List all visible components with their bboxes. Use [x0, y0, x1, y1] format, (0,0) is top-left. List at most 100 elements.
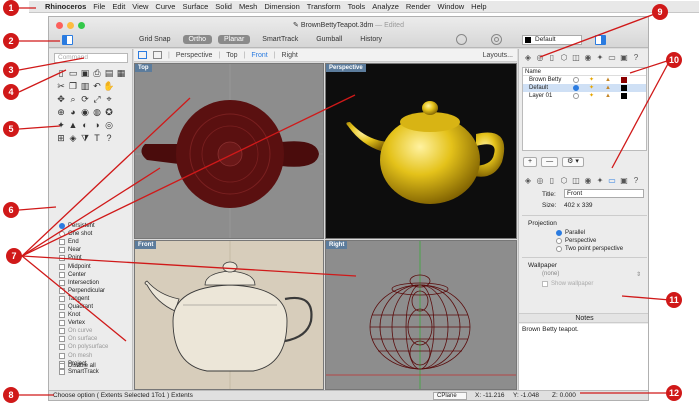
- zoom-window-icon[interactable]: ⌖: [103, 93, 115, 106]
- options-icon[interactable]: ⊞: [55, 132, 67, 145]
- osnap-option[interactable]: Midpoint: [59, 262, 131, 270]
- layer-color-icon[interactable]: ◑: [91, 119, 103, 132]
- osnap-option[interactable]: Vertex: [59, 319, 131, 327]
- copy-icon[interactable]: ❐: [67, 80, 79, 93]
- zoom-extents-icon[interactable]: ⤢: [91, 93, 103, 106]
- menu-solid[interactable]: Solid: [215, 1, 232, 13]
- osnap-option[interactable]: On curve: [59, 327, 131, 335]
- osnap-checkbox[interactable]: [59, 344, 65, 351]
- toggle-right-panel-button[interactable]: [595, 35, 606, 45]
- material-tab-icon[interactable]: ◉: [583, 53, 593, 62]
- disable-all-osnap[interactable]: Disable all: [59, 363, 96, 369]
- toggle-left-panel-button[interactable]: [62, 35, 73, 45]
- osnap-checkbox[interactable]: [59, 312, 65, 319]
- filter-tool-icon[interactable]: ⧩: [79, 132, 91, 145]
- cplane-selector[interactable]: CPlane: [433, 392, 467, 400]
- command-input[interactable]: Command: [54, 53, 128, 63]
- menu-file[interactable]: File: [93, 1, 105, 13]
- material-tab-icon[interactable]: ◉: [583, 176, 593, 185]
- viewport-top-label[interactable]: Top: [135, 64, 152, 72]
- osnap-radio[interactable]: [59, 223, 65, 230]
- undo-icon[interactable]: ↶: [91, 80, 103, 93]
- osnap-checkbox[interactable]: [59, 247, 65, 254]
- zoom-icon[interactable]: ⌕: [67, 93, 79, 106]
- osnap-option[interactable]: End: [59, 238, 131, 246]
- osnap-option[interactable]: On surface: [59, 335, 131, 343]
- light-bulb-icon[interactable]: ✦: [589, 84, 594, 92]
- help-tab-icon[interactable]: ?: [631, 53, 641, 62]
- lock-icon[interactable]: ▲: [67, 119, 79, 132]
- osnap-checkbox[interactable]: [59, 239, 65, 246]
- osnap-option[interactable]: Persistent: [59, 222, 131, 230]
- cut-icon[interactable]: ✂: [55, 80, 67, 93]
- show-wallpaper-checkbox[interactable]: [542, 281, 548, 287]
- lock-icon[interactable]: ▲: [605, 92, 611, 100]
- select-icon[interactable]: ◎: [103, 119, 115, 132]
- viewport-top[interactable]: Top: [134, 63, 324, 239]
- wallpaper-select[interactable]: (none) ⇕: [522, 271, 647, 280]
- menu-app-name[interactable]: Rhinoceros: [45, 1, 86, 13]
- menu-window[interactable]: Window: [437, 1, 464, 13]
- tab-front[interactable]: Front: [251, 52, 267, 59]
- show-wallpaper-option[interactable]: Show wallpaper: [522, 280, 647, 288]
- camera-tab-icon[interactable]: ◫: [571, 53, 581, 62]
- document-tab-icon[interactable]: ▯: [547, 53, 557, 62]
- projection-perspective-option[interactable]: Perspective: [522, 237, 647, 245]
- light-bulb-icon[interactable]: ✦: [589, 92, 594, 100]
- menu-help[interactable]: Help: [471, 1, 486, 13]
- four-viewport-icon[interactable]: [153, 51, 162, 59]
- hide-icon[interactable]: ◍: [91, 106, 103, 119]
- layer-options-button[interactable]: ⚙ ▾: [562, 157, 584, 167]
- open-folder-icon[interactable]: ▭: [67, 67, 79, 80]
- document-tab-icon[interactable]: ▯: [547, 176, 557, 185]
- viewport-perspective[interactable]: Perspective: [325, 63, 517, 239]
- save-icon[interactable]: ▣: [79, 67, 91, 80]
- grid-snap-toggle[interactable]: Grid Snap: [133, 35, 177, 44]
- shaded-icon[interactable]: ◉: [79, 106, 91, 119]
- two-point-radio[interactable]: [556, 246, 562, 252]
- object-properties-icon[interactable]: ◈: [67, 132, 79, 145]
- viewport-right[interactable]: Right: [325, 240, 517, 390]
- light-tab-icon[interactable]: ✦: [595, 53, 605, 62]
- menu-dimension[interactable]: Dimension: [264, 1, 299, 13]
- remove-layer-button[interactable]: —: [541, 157, 559, 167]
- layer-row[interactable]: Brown Betty ✦ ▲: [523, 76, 646, 84]
- title-input[interactable]: Front: [564, 189, 644, 198]
- properties-icon[interactable]: ▤: [103, 67, 115, 80]
- text-tool-icon[interactable]: T: [91, 132, 103, 145]
- menu-tools[interactable]: Tools: [348, 1, 366, 13]
- gumball-toggle[interactable]: Gumball: [310, 35, 348, 44]
- rotate-view-icon[interactable]: ⟳: [79, 93, 91, 106]
- monitor-tab-icon[interactable]: ▣: [619, 53, 629, 62]
- notes-textarea[interactable]: Brown Betty teapot.: [519, 324, 648, 390]
- osnap-option[interactable]: Center: [59, 271, 131, 279]
- move-icon[interactable]: ✥: [55, 93, 67, 106]
- layer-color-swatch[interactable]: [621, 93, 627, 99]
- layers-tab-icon[interactable]: ◈: [523, 53, 533, 62]
- osnap-checkbox[interactable]: [59, 352, 65, 359]
- menu-analyze[interactable]: Analyze: [372, 1, 399, 13]
- osnap-option[interactable]: Perpendicular: [59, 287, 131, 295]
- tab-perspective[interactable]: Perspective: [176, 52, 213, 59]
- help-tab-icon[interactable]: ?: [631, 176, 641, 185]
- osnap-option[interactable]: Knot: [59, 311, 131, 319]
- parallel-radio[interactable]: [556, 230, 562, 236]
- light-bulb-icon[interactable]: ✦: [589, 76, 594, 84]
- new-file-icon[interactable]: ▯: [55, 67, 67, 80]
- menu-surface[interactable]: Surface: [182, 1, 208, 13]
- planar-toggle[interactable]: Planar: [218, 35, 251, 44]
- lock-icon[interactable]: ▲: [605, 84, 611, 92]
- monitor-tab-icon[interactable]: ▣: [619, 176, 629, 185]
- osnap-option[interactable]: On polysurface: [59, 343, 131, 351]
- light-bulb-icon[interactable]: ✦: [55, 119, 67, 132]
- viewport-tab-icon[interactable]: ▭: [607, 53, 617, 62]
- ortho-toggle[interactable]: Ortho: [182, 35, 213, 44]
- tab-right[interactable]: Right: [282, 52, 298, 59]
- osnap-checkbox[interactable]: [59, 320, 65, 327]
- current-layer-radio[interactable]: [573, 93, 579, 99]
- menu-mesh[interactable]: Mesh: [239, 1, 257, 13]
- disable-all-checkbox[interactable]: [59, 363, 65, 369]
- menu-curve[interactable]: Curve: [155, 1, 175, 13]
- osnap-checkbox[interactable]: [59, 328, 65, 335]
- menu-transform[interactable]: Transform: [307, 1, 341, 13]
